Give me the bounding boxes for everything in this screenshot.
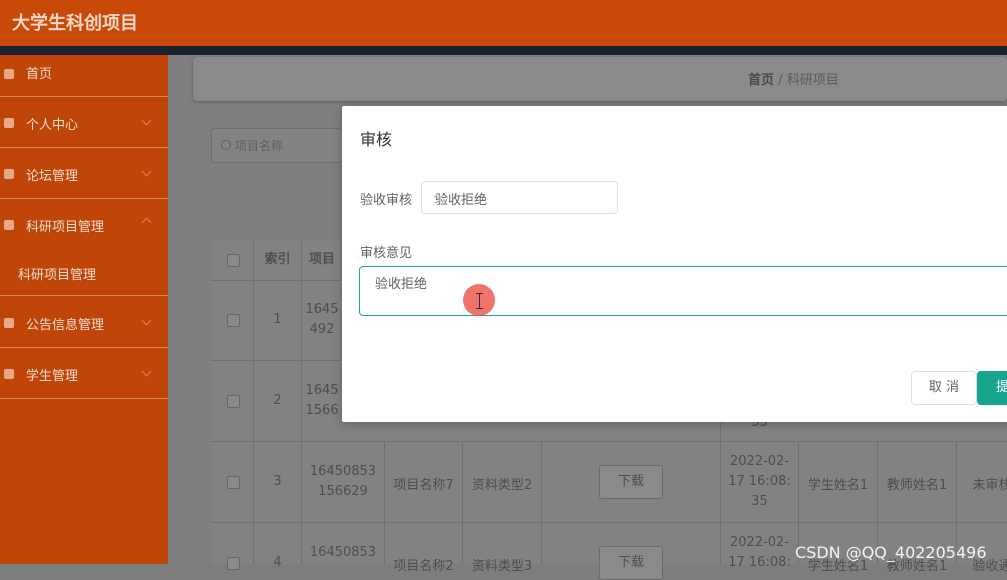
chevron-down-icon	[141, 115, 152, 126]
row-time: 2022-02-	[729, 454, 789, 469]
row-time: 2022-02-	[729, 535, 789, 550]
chevron-up-icon	[141, 217, 152, 228]
top-divider	[0, 46, 1007, 55]
row-id: 16450853	[309, 464, 377, 479]
download-button[interactable]: 下载	[599, 546, 663, 580]
col-divider	[301, 240, 302, 564]
row-divider	[211, 441, 1007, 442]
app-title: 大学生科创项目	[12, 13, 138, 34]
row-id: 16450853	[309, 545, 377, 560]
breadcrumb-separator: /	[778, 73, 783, 88]
search-icon	[221, 140, 231, 150]
breadcrumb: 首页 / 科研项目	[748, 69, 839, 88]
row-divider	[211, 522, 1007, 523]
select-all-checkbox[interactable]	[227, 254, 240, 267]
row-project-name: 项目名称2	[393, 559, 454, 574]
row-id: 1566	[305, 403, 339, 418]
row-student: 学生姓名1	[807, 478, 869, 493]
sidebar-item-label: 个人中心	[26, 118, 79, 133]
breadcrumb-current: 科研项目	[786, 73, 839, 88]
notice-icon	[4, 318, 14, 328]
row-index: 2	[273, 393, 282, 408]
row-id: 492	[309, 322, 335, 337]
acceptance-review-label: 验收审核	[360, 193, 413, 208]
row-checkbox[interactable]	[227, 395, 240, 408]
column-header-id: 项目	[308, 252, 335, 267]
top-bar: 大学生科创项目	[0, 0, 1007, 46]
list-icon	[4, 220, 14, 230]
chevron-down-icon	[141, 366, 152, 377]
row-material-type: 资料类型2	[471, 478, 533, 493]
review-opinion-text: 验收拒绝	[375, 277, 428, 292]
search-placeholder: 项目名称	[235, 139, 284, 153]
sidebar-subitem-research-manage[interactable]: 科研项目管理	[18, 264, 96, 283]
text-cursor-icon	[476, 293, 483, 309]
col-divider	[541, 441, 542, 564]
forum-icon	[4, 169, 14, 179]
row-checkbox[interactable]	[227, 314, 240, 327]
sidebar-item-personal[interactable]: 个人中心	[0, 96, 168, 148]
cancel-button[interactable]: 取 消	[911, 371, 977, 405]
row-teacher: 教师姓名1	[886, 478, 948, 493]
sidebar-item-label: 公告信息管理	[26, 318, 105, 333]
submit-button[interactable]: 提	[977, 371, 1007, 405]
download-button[interactable]: 下载	[599, 465, 663, 499]
row-index: 1	[273, 312, 282, 327]
dialog-title: 审核	[360, 130, 393, 149]
breadcrumb-bar	[193, 57, 1007, 101]
row-index: 4	[273, 555, 282, 570]
review-opinion-label: 审核意见	[360, 246, 413, 261]
row-id: 1645	[305, 302, 339, 317]
row-time: 17 16:08:	[728, 555, 791, 570]
row-id: 156629	[318, 484, 368, 499]
user-icon	[4, 118, 14, 128]
review-dialog: 审核 验收审核 验收拒绝 审核意见 验收拒绝 取 消 提	[342, 106, 1007, 422]
review-opinion-textarea[interactable]: 验收拒绝	[359, 266, 1007, 316]
watermark: CSDN @QQ_402205496	[795, 543, 987, 562]
sidebar-item-home[interactable]: 首页	[0, 55, 168, 97]
search-input[interactable]: 项目名称	[211, 128, 343, 163]
row-project-name: 项目名称7	[393, 478, 454, 493]
chevron-down-icon	[141, 315, 152, 326]
sidebar-item-label: 首页	[26, 67, 53, 82]
acceptance-review-value: 验收拒绝	[435, 193, 488, 208]
column-header-index: 索引	[264, 252, 291, 267]
breadcrumb-home[interactable]: 首页	[748, 73, 774, 88]
row-time: 35	[751, 494, 768, 509]
row-time: 17 16:08:	[728, 474, 791, 489]
sidebar: 首页 个人中心 论坛管理 科研项目管理 科研项目管理 公告信息管理 学生管理	[0, 55, 168, 564]
row-status: 未审核	[972, 478, 1007, 493]
row-id: 1645	[305, 383, 339, 398]
sidebar-item-notice[interactable]: 公告信息管理	[0, 296, 168, 348]
students-icon	[4, 369, 14, 379]
acceptance-review-select[interactable]: 验收拒绝	[421, 181, 618, 214]
sidebar-item-label: 学生管理	[26, 369, 79, 384]
home-icon	[4, 69, 14, 79]
sidebar-item-students[interactable]: 学生管理	[0, 347, 168, 399]
row-index: 3	[273, 474, 282, 489]
sidebar-item-forum[interactable]: 论坛管理	[0, 147, 168, 199]
chevron-down-icon	[141, 166, 152, 177]
col-divider	[462, 441, 463, 564]
sidebar-item-label: 论坛管理	[26, 169, 79, 184]
row-checkbox[interactable]	[227, 476, 240, 489]
row-material-type: 资料类型3	[471, 559, 533, 574]
sidebar-item-label: 科研项目管理	[26, 220, 105, 235]
col-divider	[384, 441, 385, 564]
